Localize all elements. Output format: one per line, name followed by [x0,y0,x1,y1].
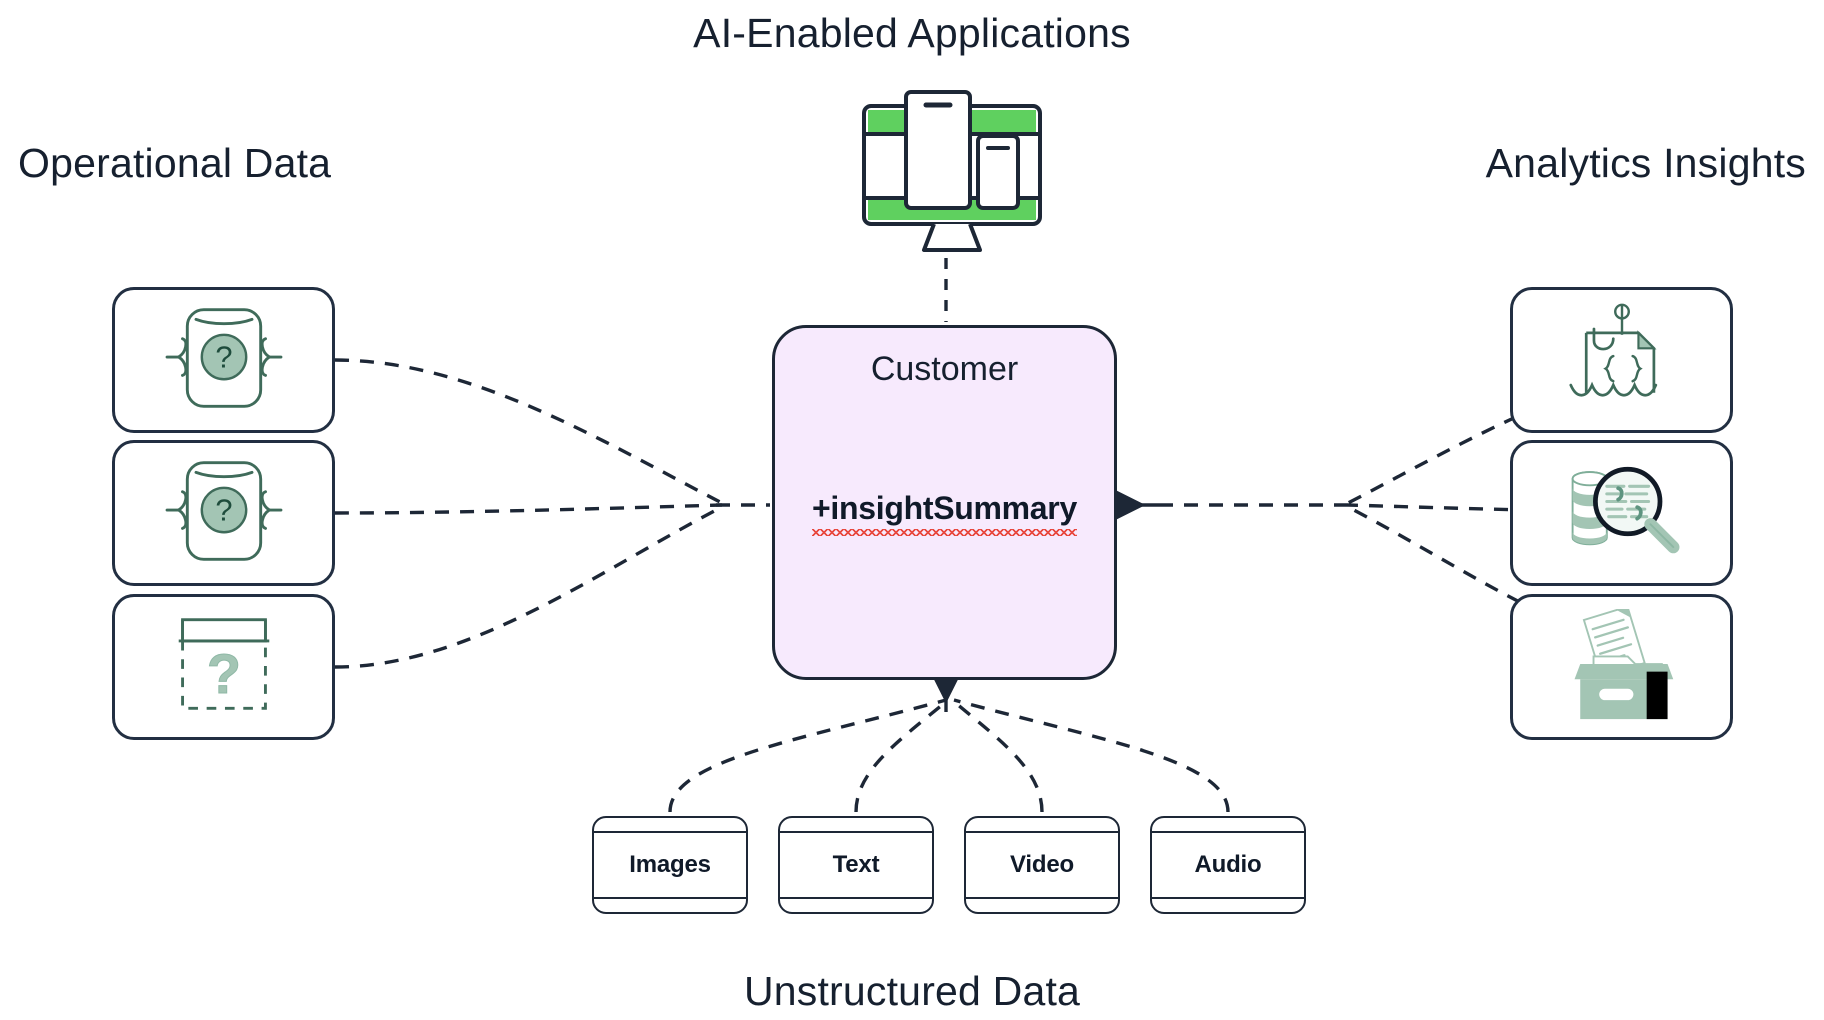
svg-text:?: ? [215,492,232,527]
node-bottom-divider [1152,897,1304,899]
document-braces-question-icon: ? [161,455,287,572]
edge-operational-1 [334,358,723,505]
svg-text:?: ? [215,339,232,374]
document-braces-question-icon: ? [161,302,287,419]
node-bottom-divider [594,897,746,899]
node-label: Audio [1194,851,1262,878]
node-bottom-divider [780,897,932,899]
analytics-card-2[interactable] [1510,440,1733,586]
heading-ai-enabled-applications: AI-Enabled Applications [693,10,1131,56]
operational-card-3[interactable]: ? [112,594,335,740]
spellcheck-underline [812,529,1077,536]
node-top-divider [966,831,1118,833]
desktop-monitor-devices-icon [862,88,1042,256]
entity-attribute-text: +insightSummary [812,490,1077,526]
diagram-canvas: AI-Enabled Applications Operational Data… [0,0,1824,1020]
node-top-divider [594,831,746,833]
analytics-card-3[interactable] [1510,594,1733,740]
file-archive-box-icon [1555,604,1689,726]
unstructured-node-audio[interactable]: Audio [1150,816,1306,914]
entity-attribute-row: +insightSummary [772,490,1117,536]
edge-unstructured-text [854,698,950,813]
analytics-card-1[interactable] [1510,287,1733,433]
operational-card-1[interactable]: ? [112,287,335,433]
heading-analytics-insights: Analytics Insights [1485,140,1806,186]
node-label: Images [629,851,711,878]
unstructured-node-video[interactable]: Video [964,816,1120,914]
entity-attribute: +insightSummary [812,490,1077,536]
node-top-divider [780,831,932,833]
entity-title: Customer [870,350,1019,388]
json-fishing-hook-icon [1559,300,1685,421]
unstructured-node-text[interactable]: Text [778,816,934,914]
node-label: Text [832,851,880,878]
node-bottom-divider [966,897,1118,899]
table-dashed-question-icon: ? [161,612,287,723]
edge-unstructured-images [668,698,947,813]
heading-unstructured-data: Unstructured Data [743,968,1081,1014]
heading-operational-data: Operational Data [18,140,332,186]
edge-operational-2 [334,503,723,515]
unstructured-node-images[interactable]: Images [592,816,748,914]
node-label: Video [1010,851,1074,878]
database-magnifier-icon [1555,454,1689,573]
edge-unstructured-audio [953,698,1230,813]
edge-unstructured-video [950,698,1044,813]
node-top-divider [1152,831,1304,833]
edge-operational-3 [334,505,723,669]
operational-card-2[interactable]: ? [112,440,335,586]
svg-text:?: ? [206,641,240,704]
